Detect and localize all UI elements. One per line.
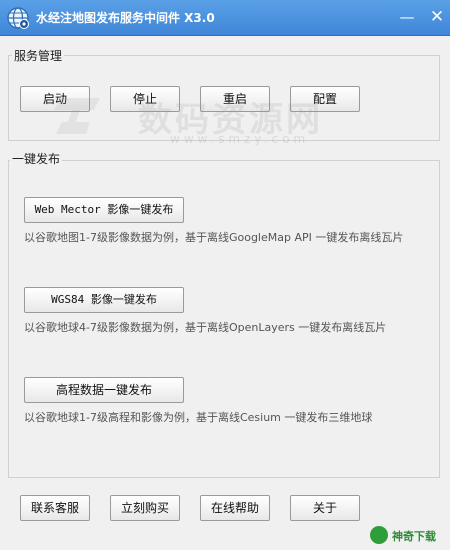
title-bar[interactable]: 水经注地图发布服务中间件 X3.0 — ✕ — [0, 0, 450, 36]
contact-support-button[interactable]: 联系客服 — [20, 495, 90, 521]
elevation-desc: 以谷歌地球1-7级高程和影像为例，基于离线Cesium 一键发布三维地球 — [24, 411, 373, 424]
publish-group-legend: 一键发布 — [10, 150, 63, 167]
wgs84-desc: 以谷歌地球4-7级影像数据为例，基于离线OpenLayers 一键发布离线瓦片 — [24, 321, 387, 334]
wgs84-publish-button[interactable]: WGS84 影像一键发布 — [24, 287, 184, 313]
window-title: 水经注地图发布服务中间件 X3.0 — [36, 11, 215, 25]
close-button[interactable]: ✕ — [424, 4, 450, 30]
globe-gear-icon — [7, 7, 29, 29]
stop-button[interactable]: 停止 — [110, 86, 180, 112]
config-button[interactable]: 配置 — [290, 86, 360, 112]
elevation-publish-button[interactable]: 高程数据一键发布 — [24, 377, 184, 403]
start-button[interactable]: 启动 — [20, 86, 90, 112]
buy-now-button[interactable]: 立刻购买 — [110, 495, 180, 521]
brand-badge: 神奇下载 — [370, 524, 446, 546]
brand-logo-icon — [370, 526, 388, 544]
webmercator-desc: 以谷歌地图1-7级影像数据为例，基于离线GoogleMap API 一键发布离线… — [24, 231, 404, 244]
online-help-button[interactable]: 在线帮助 — [200, 495, 270, 521]
restart-button[interactable]: 重启 — [200, 86, 270, 112]
webmercator-publish-button[interactable]: Web Mector 影像一键发布 — [24, 197, 184, 223]
about-button[interactable]: 关于 — [290, 495, 360, 521]
minimize-button[interactable]: — — [394, 4, 420, 30]
brand-text: 神奇下载 — [392, 530, 436, 543]
service-group-legend: 服务管理 — [12, 47, 65, 64]
